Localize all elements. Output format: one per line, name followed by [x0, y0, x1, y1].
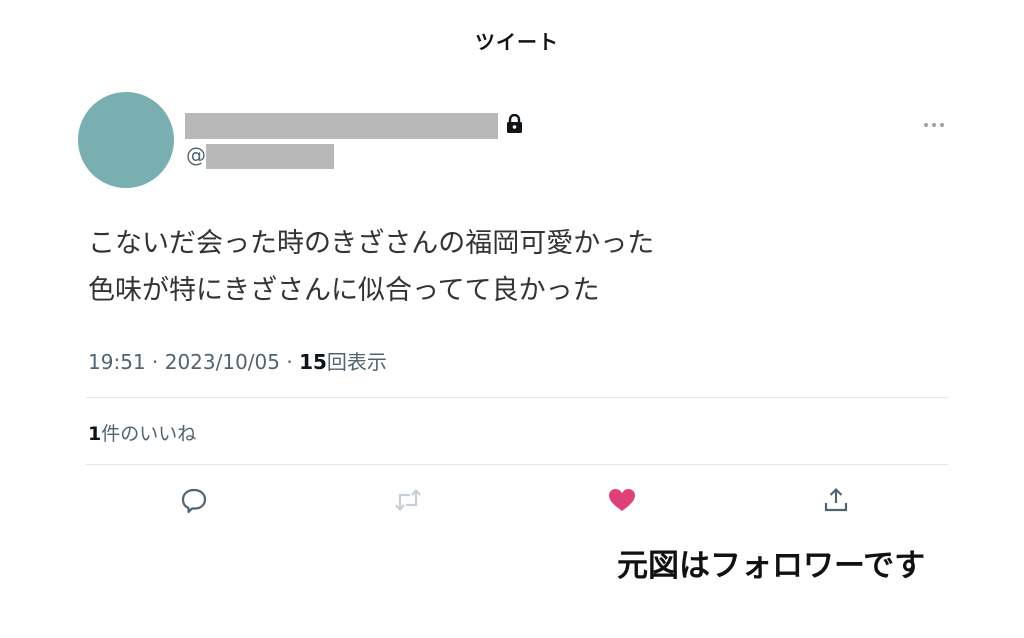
more-options-icon[interactable]: [922, 118, 946, 132]
like-button[interactable]: [607, 485, 637, 515]
display-name-redacted[interactable]: [185, 113, 498, 139]
likes-count: 1: [88, 423, 102, 445]
likes-label: 件のいいね: [101, 423, 197, 445]
tweet-time[interactable]: 19:51: [88, 350, 146, 374]
divider: [86, 397, 948, 398]
share-button[interactable]: [821, 485, 851, 515]
retweet-button[interactable]: [393, 485, 423, 515]
avatar[interactable]: [78, 92, 174, 188]
caption-overlay: 元図はフォロワーです: [617, 548, 926, 584]
retweet-icon: [395, 488, 421, 512]
tweet-line: こないだ会った時のきざさんの福岡可愛かった: [88, 228, 655, 259]
page-title: ツイート: [475, 30, 559, 54]
reply-icon: [181, 488, 207, 514]
meta-separator: ·: [152, 350, 159, 374]
handle-prefix: @: [186, 143, 206, 167]
meta-separator: ·: [286, 350, 293, 374]
tweet-date[interactable]: 2023/10/05: [165, 350, 280, 374]
tweet-text: こないだ会った時のきざさんの福岡可愛かった 色味が特にきざさんに似合ってて良かっ…: [88, 220, 948, 314]
heart-icon: [609, 489, 635, 511]
views-label: 回表示: [326, 350, 387, 374]
lock-icon: [507, 114, 522, 133]
divider: [86, 464, 948, 465]
share-icon: [824, 487, 848, 512]
tweet-line: 色味が特にきざさんに似合ってて良かった: [88, 275, 600, 306]
tweet-meta: 19:51 · 2023/10/05 · 15回表示: [88, 346, 387, 375]
likes-summary[interactable]: 1件のいいね: [88, 419, 196, 446]
handle-redacted: [206, 144, 334, 169]
reply-button[interactable]: [179, 485, 209, 515]
views-count: 15: [299, 350, 327, 374]
